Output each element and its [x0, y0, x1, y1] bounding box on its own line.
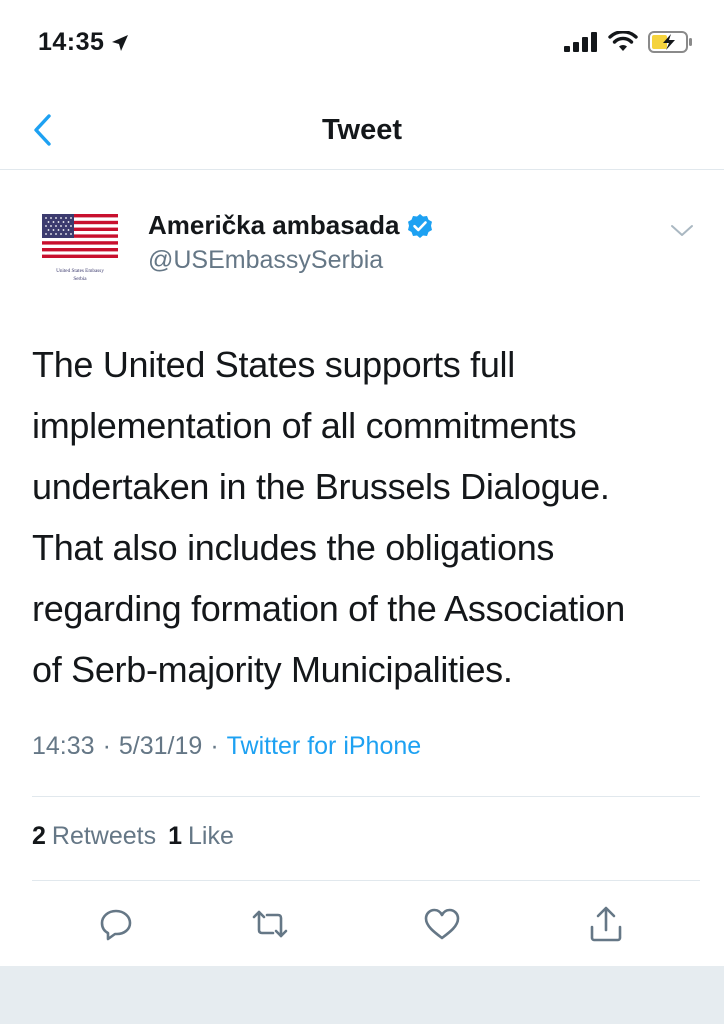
- tweet-source-link[interactable]: Twitter for iPhone: [227, 732, 422, 761]
- author-name[interactable]: Američka ambasada: [148, 210, 399, 241]
- divider: [32, 880, 700, 881]
- us-flag-logo: United States Embassy Serbia: [38, 210, 122, 294]
- tweet-stats: 2 Retweets 1 Like: [32, 822, 234, 851]
- tweet-header: United States Embassy Serbia Američka am…: [0, 170, 724, 310]
- nav-bar: Tweet: [0, 92, 724, 170]
- author-handle[interactable]: @USEmbassySerbia: [148, 246, 383, 275]
- status-time-group: 14:35: [38, 28, 130, 57]
- status-bar: 14:35: [0, 0, 724, 92]
- avatar[interactable]: United States Embassy Serbia: [38, 210, 122, 294]
- tweet-text-line: undertaken in the Brussels Dialogue.: [32, 466, 610, 507]
- bottom-background: [0, 966, 724, 1024]
- share-button[interactable]: [584, 902, 628, 946]
- tweet-actions: [0, 896, 724, 956]
- reply-icon: [100, 909, 132, 941]
- wifi-icon: [608, 31, 638, 51]
- share-icon: [590, 906, 622, 942]
- more-options-button[interactable]: [668, 216, 696, 244]
- meta-separator: ·: [102, 732, 111, 760]
- like-button[interactable]: [420, 902, 464, 946]
- signal-icon: [564, 32, 597, 52]
- tweet-meta: 14:33 · 5/31/19 · Twitter for iPhone: [32, 732, 421, 761]
- tweet-text: The United States supports full implemen…: [32, 334, 702, 700]
- tweet-text-line: regarding formation of the Association: [32, 588, 625, 629]
- likes-label: Like: [188, 822, 234, 850]
- retweet-button[interactable]: [248, 902, 292, 946]
- meta-separator: ·: [210, 732, 219, 760]
- tweet-text-line: of Serb-majority Municipalities.: [32, 649, 513, 690]
- tweet-date: 5/31/19: [118, 732, 203, 760]
- reply-button[interactable]: [94, 902, 138, 946]
- tweet-time: 14:33: [32, 732, 95, 760]
- retweets-label: Retweets: [51, 822, 157, 850]
- divider: [32, 796, 700, 797]
- retweets-stat[interactable]: 2 Retweets: [32, 822, 156, 851]
- verified-badge-icon: [408, 213, 433, 238]
- battery-charging-icon: [648, 31, 692, 53]
- avatar-caption-line1: United States Embassy: [56, 268, 104, 274]
- avatar-caption-line2: Serbia: [73, 276, 87, 282]
- tweet-text-line: That also includes the obligations: [32, 527, 555, 568]
- status-time: 14:35: [38, 28, 105, 56]
- status-icons: [564, 30, 694, 54]
- chevron-down-icon: [671, 225, 693, 236]
- author-name-row: Američka ambasada: [148, 210, 433, 241]
- tweet-text-line: implementation of all commitments: [32, 405, 577, 446]
- like-icon: [424, 908, 460, 940]
- likes-count: 1: [168, 822, 183, 850]
- likes-stat[interactable]: 1 Like: [168, 822, 234, 851]
- retweets-count: 2: [32, 822, 46, 850]
- location-arrow-icon: [112, 34, 129, 51]
- page-title: Tweet: [321, 114, 403, 146]
- tweet-text-line: The United States supports full: [32, 344, 515, 385]
- retweet-icon: [252, 910, 288, 938]
